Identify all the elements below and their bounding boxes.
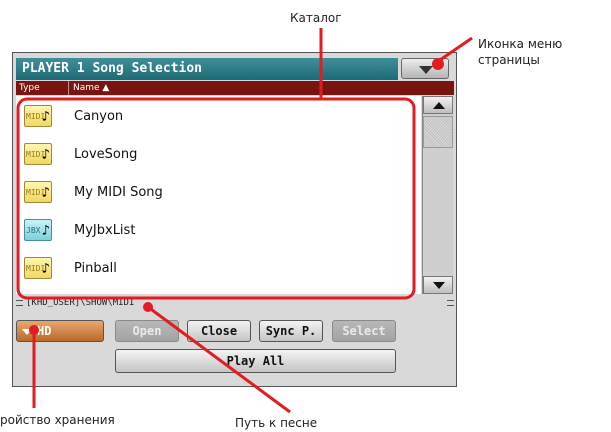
menu-pointer-dot: [432, 58, 444, 70]
annotation-overlay: [16, 28, 473, 414]
path-pointer: [147, 305, 291, 414]
menu-pointer: [439, 36, 473, 62]
catalog-highlight: [16, 97, 416, 300]
